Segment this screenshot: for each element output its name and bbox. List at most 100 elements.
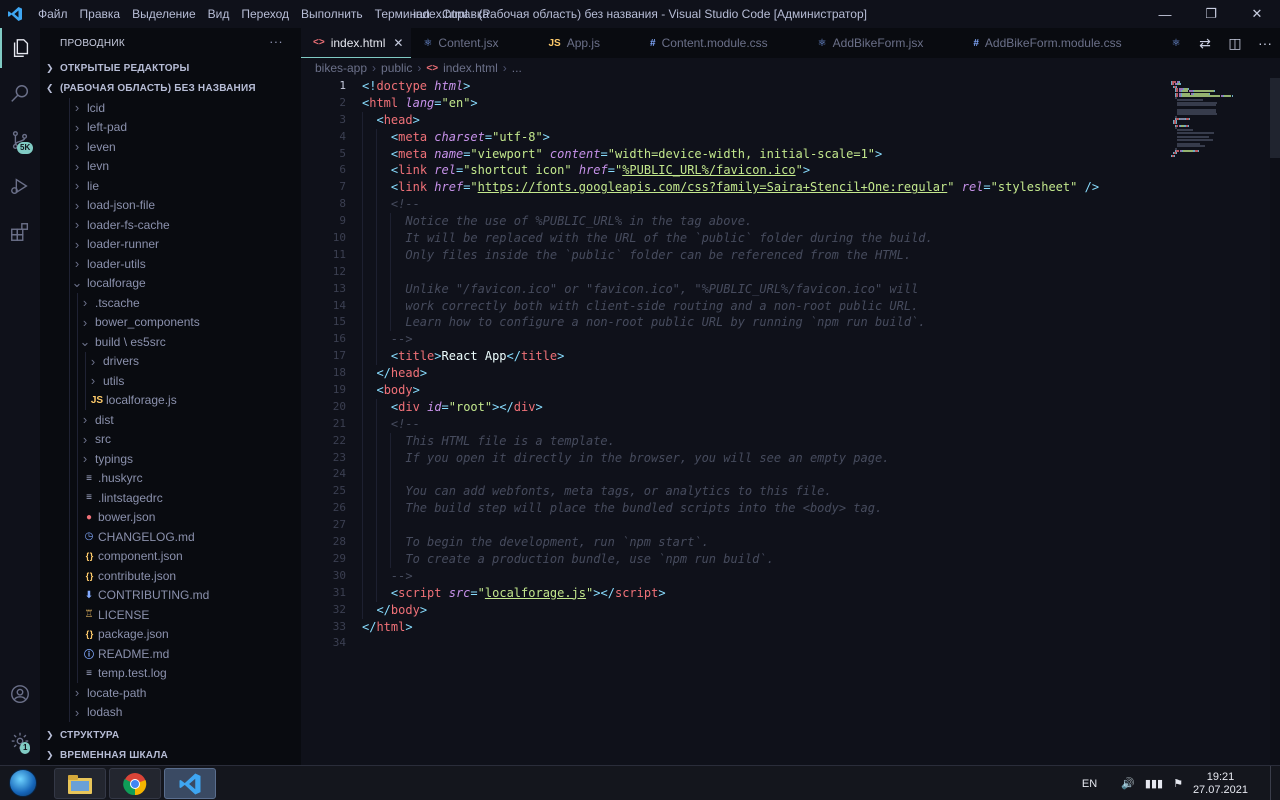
- code-area[interactable]: <!doctype html> <html lang="en"> <head> <…: [362, 78, 1162, 652]
- code-line[interactable]: [362, 517, 1162, 535]
- tree-item[interactable]: › src: [40, 430, 301, 450]
- tree-item[interactable]: › loader-utils: [40, 254, 301, 274]
- code-line[interactable]: Only files inside the `public` folder ca…: [362, 246, 1162, 264]
- tree-item[interactable]: › lodash: [40, 703, 301, 723]
- code-line[interactable]: </body>: [362, 601, 1162, 619]
- code-line[interactable]: [362, 263, 1162, 281]
- menu-item[interactable]: Переход: [235, 0, 295, 28]
- code-line[interactable]: <script src="localforage.js"></script>: [362, 584, 1162, 602]
- code-line[interactable]: -->: [362, 567, 1162, 585]
- code-line[interactable]: <html lang="en">: [362, 95, 1162, 112]
- menu-item[interactable]: Вид: [202, 0, 236, 28]
- breadcrumb-item[interactable]: ...: [512, 61, 522, 75]
- code-line[interactable]: This HTML file is a template.: [362, 432, 1162, 450]
- tree-item[interactable]: ⌄ localforage: [40, 274, 301, 294]
- code-line[interactable]: Notice the use of %PUBLIC_URL% in the ta…: [362, 213, 1162, 231]
- code-line[interactable]: <link rel="shortcut icon" href="%PUBLIC_…: [362, 162, 1162, 180]
- tree-item[interactable]: { } contribute.json: [40, 566, 301, 586]
- language-indicator[interactable]: EN: [1082, 778, 1097, 790]
- code-line[interactable]: Unlike "/favicon.ico" or "favicon.ico", …: [362, 280, 1162, 298]
- tree-item[interactable]: › leven: [40, 137, 301, 157]
- tree-item[interactable]: ⬇ CONTRIBUTING.md: [40, 586, 301, 606]
- clock[interactable]: 19:21 27.07.2021: [1193, 771, 1248, 797]
- more-actions-icon[interactable]: ···: [269, 34, 283, 49]
- tree-item[interactable]: ≡ .huskyrc: [40, 469, 301, 489]
- menu-item[interactable]: Выделение: [126, 0, 202, 28]
- search-icon[interactable]: [0, 74, 40, 114]
- menu-item[interactable]: Файл: [32, 0, 74, 28]
- close-button[interactable]: ✕: [1234, 0, 1280, 28]
- start-button[interactable]: [4, 767, 42, 799]
- tree-item[interactable]: ♖ LICENSE: [40, 605, 301, 625]
- outline-section[interactable]: ❯ СТРУКТУРА: [40, 725, 301, 745]
- tree-item[interactable]: › dist: [40, 410, 301, 430]
- tree-item[interactable]: › levn: [40, 157, 301, 177]
- code-line[interactable]: [362, 635, 1162, 652]
- tree-item[interactable]: › load-json-file: [40, 196, 301, 216]
- tree-item[interactable]: › left-pad: [40, 118, 301, 138]
- close-icon[interactable]: ✕: [393, 36, 403, 50]
- tree-item[interactable]: JS localforage.js: [40, 391, 301, 411]
- tree-item[interactable]: › lie: [40, 176, 301, 196]
- tree-item[interactable]: ⌄ build \ es5src: [40, 332, 301, 352]
- tree-item[interactable]: › .tscache: [40, 293, 301, 313]
- tab-addbikeform-module-css[interactable]: # AddBikeForm.module.css: [961, 28, 1159, 58]
- show-desktop-button[interactable]: [1270, 766, 1280, 800]
- explorer-icon[interactable]: [0, 28, 40, 68]
- code-line[interactable]: Learn how to configure a non-root public…: [362, 314, 1162, 332]
- maximize-button[interactable]: ❐: [1188, 0, 1234, 28]
- menu-item[interactable]: Терминал: [369, 0, 436, 28]
- split-editor-icon[interactable]: ◫: [1220, 35, 1250, 52]
- code-line[interactable]: -->: [362, 331, 1162, 349]
- run-debug-icon[interactable]: [0, 166, 40, 206]
- tree-item[interactable]: › drivers: [40, 352, 301, 372]
- action-center-flag-icon[interactable]: ⚑: [1173, 777, 1183, 790]
- volume-icon[interactable]: 🔊: [1121, 777, 1135, 790]
- tab-app-js[interactable]: JS App.js: [536, 28, 638, 58]
- tree-item[interactable]: › bower_components: [40, 313, 301, 333]
- tree-item[interactable]: ≡ .lintstagedrc: [40, 488, 301, 508]
- breadcrumb-item[interactable]: public: [381, 61, 412, 75]
- code-line[interactable]: <!--: [362, 196, 1162, 214]
- open-editors-section[interactable]: ❯ ОТКРЫТЫЕ РЕДАКТОРЫ: [40, 58, 301, 78]
- minimap[interactable]: [1167, 78, 1280, 765]
- scrollbar-thumb[interactable]: [1270, 78, 1280, 158]
- tab-index-html[interactable]: <> index.html ✕: [301, 28, 412, 58]
- code-line[interactable]: <meta name="viewport" content="width=dev…: [362, 145, 1162, 163]
- chrome-taskbar-button[interactable]: [109, 768, 161, 799]
- extensions-icon[interactable]: [0, 212, 40, 252]
- tab-addbikeform-jsx[interactable]: ⚛ AddBikeForm.jsx: [806, 28, 962, 58]
- menu-item[interactable]: Справка: [436, 0, 495, 28]
- tree-item[interactable]: › lcid: [40, 98, 301, 118]
- code-line[interactable]: <link href="https://fonts.googleapis.com…: [362, 179, 1162, 197]
- breadcrumb-item[interactable]: bikes-app: [315, 61, 367, 75]
- tree-item[interactable]: › locate-path: [40, 683, 301, 703]
- code-line[interactable]: <body>: [362, 382, 1162, 399]
- file-explorer-taskbar-button[interactable]: [54, 768, 106, 799]
- menu-item[interactable]: Правка: [74, 0, 127, 28]
- code-line[interactable]: <div id="root"></div>: [362, 398, 1162, 416]
- tree-item[interactable]: › loader-runner: [40, 235, 301, 255]
- tree-item[interactable]: › typings: [40, 449, 301, 469]
- vertical-scrollbar[interactable]: [1270, 78, 1280, 765]
- code-line[interactable]: <title>React App</title>: [362, 348, 1162, 366]
- tree-item[interactable]: ⓘ README.md: [40, 644, 301, 664]
- code-line[interactable]: To create a production bundle, use `npm …: [362, 550, 1162, 568]
- tab-content-jsx[interactable]: ⚛ Content.jsx: [411, 28, 536, 58]
- compare-changes-icon[interactable]: ⇄: [1190, 35, 1220, 52]
- tree-item[interactable]: ● bower.json: [40, 508, 301, 528]
- network-signal-icon[interactable]: ▮▮▮: [1145, 777, 1163, 790]
- settings-gear-icon[interactable]: 1: [0, 721, 40, 761]
- tab-content-module-css[interactable]: # Content.module.css: [638, 28, 806, 58]
- menu-item[interactable]: Выполнить: [295, 0, 369, 28]
- code-line[interactable]: work correctly both with client-side rou…: [362, 297, 1162, 315]
- code-line[interactable]: [362, 466, 1162, 484]
- tree-item[interactable]: { } component.json: [40, 547, 301, 567]
- tree-item[interactable]: › loader-fs-cache: [40, 215, 301, 235]
- code-line[interactable]: <head>: [362, 111, 1162, 129]
- code-line[interactable]: The build step will place the bundled sc…: [362, 500, 1162, 518]
- breadcrumb-item[interactable]: index.html: [443, 61, 498, 75]
- code-line[interactable]: <!doctype html>: [362, 78, 1162, 95]
- code-line[interactable]: You can add webfonts, meta tags, or anal…: [362, 483, 1162, 501]
- code-line[interactable]: <!--: [362, 415, 1162, 433]
